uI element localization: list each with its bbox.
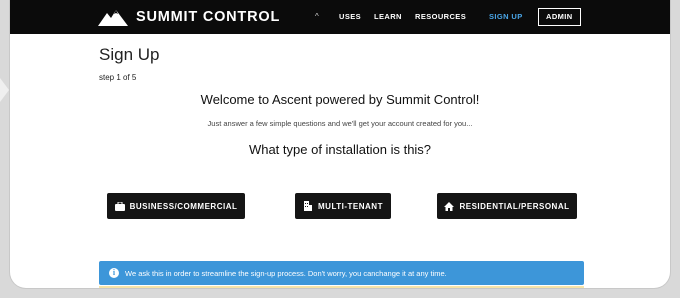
info-alert-text: We ask this in order to streamline the s… — [125, 268, 447, 278]
intro-text: Just answer a few simple questions and w… — [207, 119, 473, 128]
nav-link-learn[interactable]: LEARN — [374, 12, 402, 21]
side-collapse-arrow[interactable] — [0, 78, 9, 102]
nav-link-admin[interactable]: ADMIN — [538, 8, 581, 26]
residential-personal-button[interactable]: RESIDENTIAL/PERSONAL — [437, 193, 577, 219]
page-title: Sign Up — [99, 45, 160, 64]
nav-link-uses[interactable]: USES — [339, 12, 361, 21]
info-alert: i We ask this in order to streamline the… — [99, 261, 584, 285]
nav-link-resources[interactable]: RESOURCES — [415, 12, 466, 21]
welcome-heading: Welcome to Ascent powered by Summit Cont… — [200, 92, 480, 107]
multi-tenant-label: MULTI-TENANT — [318, 201, 383, 211]
home-icon — [444, 201, 455, 211]
brand-name: SUMMIT CONTROL — [136, 9, 281, 25]
mountain-icon — [98, 8, 128, 26]
multi-tenant-button[interactable]: MULTI-TENANT — [295, 193, 391, 219]
warning-alert-edge — [99, 286, 584, 288]
briefcase-icon — [114, 201, 125, 211]
brand-logo[interactable]: SUMMIT CONTROL — [98, 6, 280, 28]
nav-caret-icon[interactable]: ^ — [315, 12, 319, 21]
residential-personal-label: RESIDENTIAL/PERSONAL — [459, 201, 570, 211]
nav-link-sign-up[interactable]: SIGN UP — [489, 12, 523, 21]
info-icon: i — [109, 268, 119, 278]
step-indicator: step 1 of 5 — [99, 73, 137, 82]
top-navbar: SUMMIT CONTROL ^ USES LEARN RESOURCES SI… — [10, 0, 670, 34]
business-commercial-button[interactable]: BUSINESS/COMMERCIAL — [107, 193, 245, 219]
installation-question: What type of installation is this? — [248, 142, 432, 157]
business-commercial-label: BUSINESS/COMMERCIAL — [129, 201, 238, 211]
building-icon — [303, 201, 313, 211]
browser-frame: SUMMIT CONTROL ^ USES LEARN RESOURCES SI… — [10, 0, 670, 288]
